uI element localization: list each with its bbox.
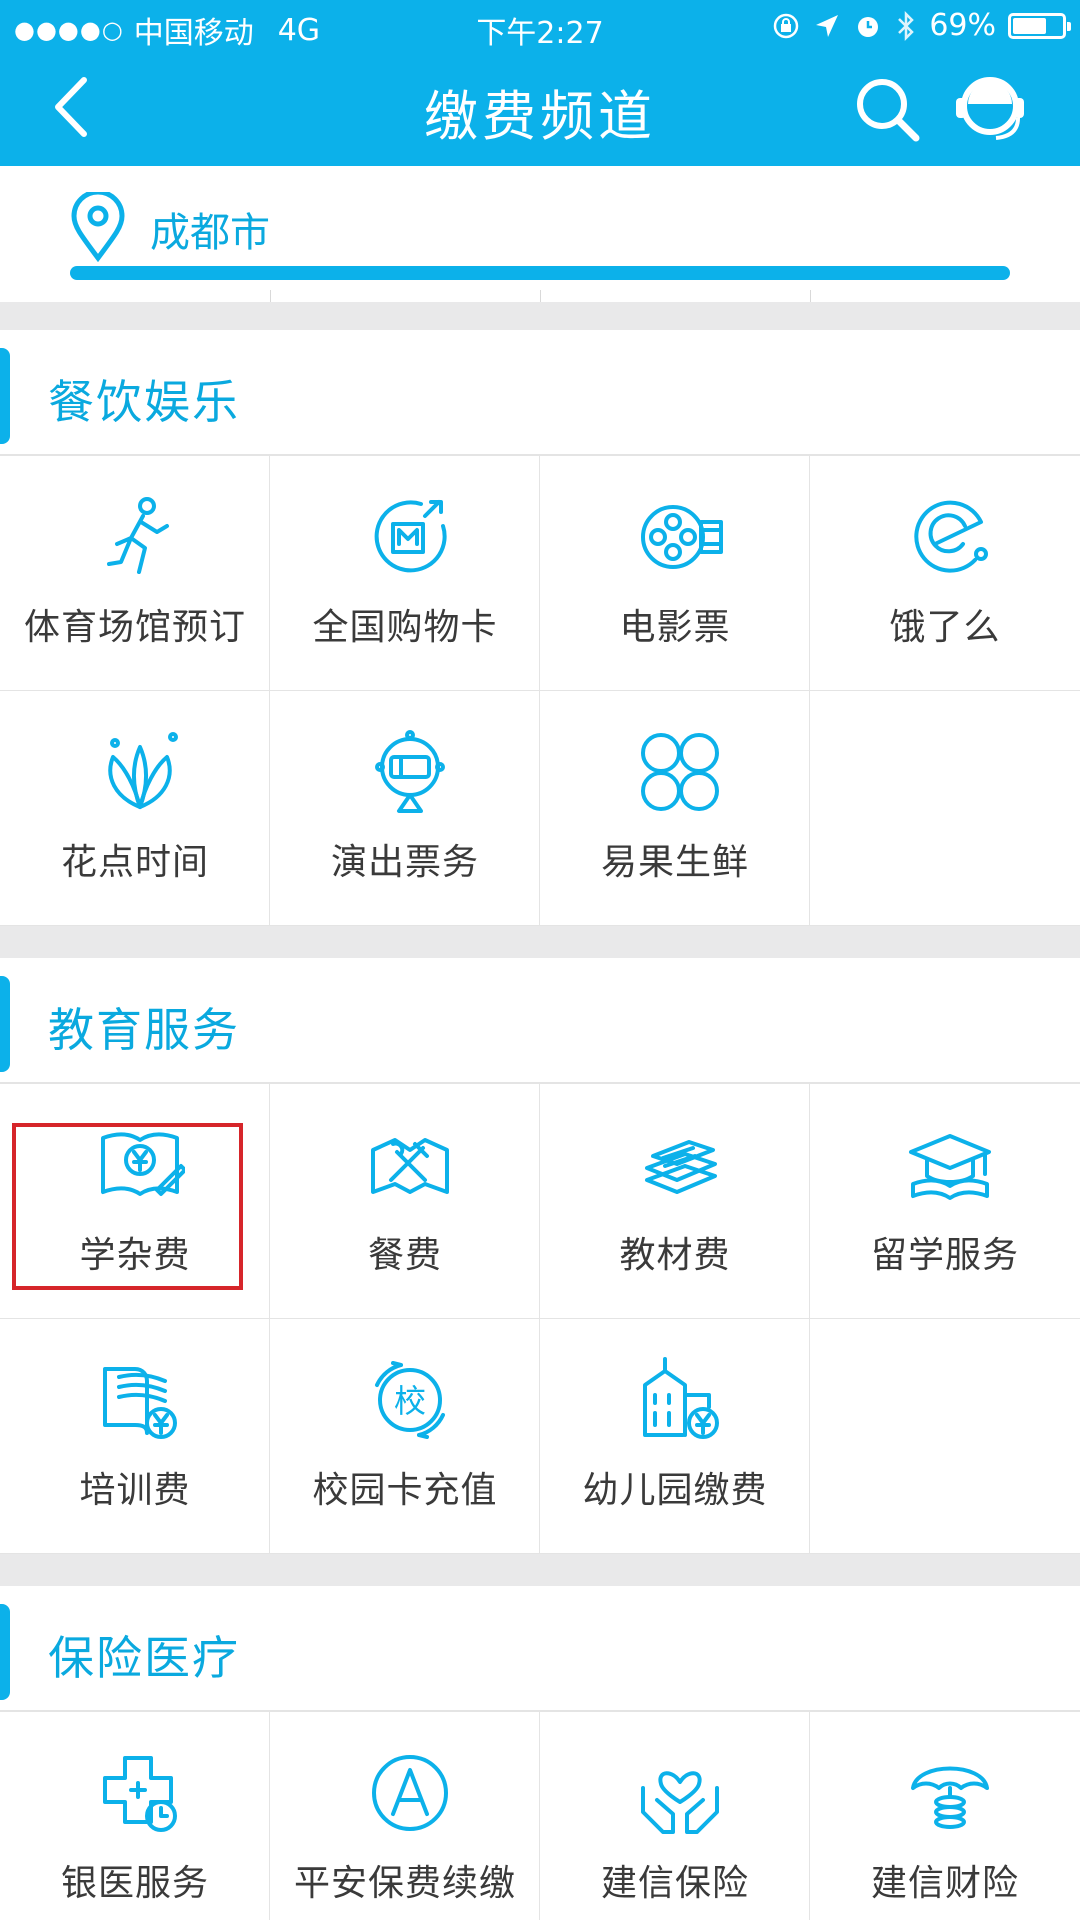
service-label: 教材费	[619, 1235, 731, 1276]
service-label: 建信保险	[600, 1863, 749, 1904]
service-label: 校园卡充值	[312, 1470, 498, 1511]
textbook-stack-icon	[645, 1140, 717, 1194]
film-reel-icon	[641, 505, 723, 569]
service-item[interactable]: 幼儿园缴费	[540, 1319, 810, 1554]
service-label: 饿了么	[889, 607, 1001, 648]
umbrella-coins-icon	[911, 1766, 989, 1829]
location-underline	[70, 266, 1010, 280]
service-item[interactable]: 饿了么	[810, 456, 1080, 691]
service-item[interactable]: 餐费	[270, 1084, 540, 1319]
campus-card-icon: 校	[375, 1361, 445, 1439]
service-label: 银医服务	[60, 1863, 209, 1904]
training-book-icon	[103, 1367, 177, 1439]
service-label: 留学服务	[870, 1235, 1019, 1276]
current-city[interactable]: 成都市	[150, 200, 270, 258]
service-item[interactable]: 留学服务	[810, 1084, 1080, 1319]
service-item[interactable]: 花点时间	[0, 691, 270, 926]
service-item[interactable]: 培训费	[0, 1319, 270, 1554]
medical-cross-icon	[103, 1756, 177, 1832]
service-label: 花点时间	[60, 842, 209, 883]
flower-icon	[108, 732, 178, 809]
service-label: 餐费	[367, 1235, 442, 1276]
service-item[interactable]: 银医服务	[0, 1712, 270, 1920]
section-dining-entertainment: 餐饮娱乐体育场馆预订 全国购物卡 电影票 饿了么花点时间 演出票务 易果生鲜	[0, 330, 1080, 926]
clover-icon	[641, 733, 719, 811]
service-label: 平安保费续缴	[293, 1863, 516, 1904]
service-item[interactable]: 体育场馆预订	[0, 456, 270, 691]
battery-percent: 69%	[929, 8, 996, 43]
service-label: 演出票务	[330, 842, 479, 883]
location-pin-icon	[71, 192, 125, 262]
battery-level-fill	[1013, 17, 1047, 34]
app-header: ●●●●○ 中国移动 4G 下午2:27 69% 缴费频道	[0, 0, 1080, 166]
shopping-card-icon	[374, 500, 447, 573]
ping-an-a-icon	[372, 1755, 448, 1831]
customer-service-icon[interactable]	[950, 70, 1030, 146]
service-item[interactable]: 易果生鲜	[540, 691, 810, 926]
battery-icon	[1008, 12, 1071, 39]
empty-cell	[810, 691, 1080, 926]
service-grid: 体育场馆预订 全国购物卡 电影票 饿了么花点时间 演出票务 易果生鲜	[0, 456, 1080, 926]
section-title: 餐饮娱乐	[48, 375, 240, 429]
service-item[interactable]: 教材费	[540, 1084, 810, 1319]
section-header: 教育服务	[0, 958, 1080, 1084]
service-label: 体育场馆预订	[23, 607, 246, 648]
meal-fork-icon	[371, 1138, 449, 1194]
service-item[interactable]: 全国购物卡	[270, 456, 540, 691]
bluetooth-icon	[898, 10, 915, 41]
alarm-icon	[858, 16, 879, 37]
graduation-cap-icon	[909, 1134, 991, 1200]
service-label: 全国购物卡	[312, 607, 498, 648]
section-accent-bar	[0, 348, 10, 444]
service-grid: 银医服务 平安保费续缴 建信保险 建信财险	[0, 1712, 1080, 1920]
kindergarten-building-icon	[643, 1357, 719, 1439]
service-label: 电影票	[619, 607, 731, 648]
service-label: 易果生鲜	[600, 842, 749, 883]
nav-bar: 缴费频道	[0, 52, 1080, 166]
service-label: 建信财险	[870, 1863, 1019, 1904]
service-item[interactable]: 建信保险	[540, 1712, 810, 1920]
ticket-badge-icon	[375, 730, 445, 813]
grid-dividers	[0, 290, 1080, 302]
service-item[interactable]: 校校园卡充值	[270, 1319, 540, 1554]
section-header: 餐饮娱乐	[0, 330, 1080, 456]
svg-text:校: 校	[394, 1382, 426, 1420]
search-icon[interactable]	[852, 74, 922, 144]
service-item[interactable]: 平安保费续缴	[270, 1712, 540, 1920]
service-item[interactable]: 电影票	[540, 456, 810, 691]
location-arrow-icon	[816, 14, 839, 37]
section-title: 教育服务	[48, 1003, 240, 1057]
section-title: 保险医疗	[48, 1631, 240, 1685]
status-bar: ●●●●○ 中国移动 4G 下午2:27 69%	[0, 0, 1080, 52]
section-accent-bar	[0, 1604, 10, 1700]
location-bar[interactable]: 成都市	[0, 166, 1080, 302]
section-accent-bar	[0, 976, 10, 1072]
eleme-logo-icon	[914, 500, 988, 573]
section-insurance-medical: 保险医疗银医服务 平安保费续缴 建信保险 建信财险	[0, 1586, 1080, 1920]
runner-icon	[107, 497, 169, 574]
heart-hands-icon	[641, 1771, 719, 1834]
service-item[interactable]: 建信财险	[810, 1712, 1080, 1920]
service-label: 幼儿园缴费	[582, 1470, 768, 1511]
empty-cell	[810, 1319, 1080, 1554]
rotation-lock-icon	[774, 13, 799, 38]
service-item[interactable]: 演出票务	[270, 691, 540, 926]
highlight-box	[12, 1123, 243, 1290]
section-header: 保险医疗	[0, 1586, 1080, 1712]
service-label: 培训费	[79, 1470, 191, 1511]
